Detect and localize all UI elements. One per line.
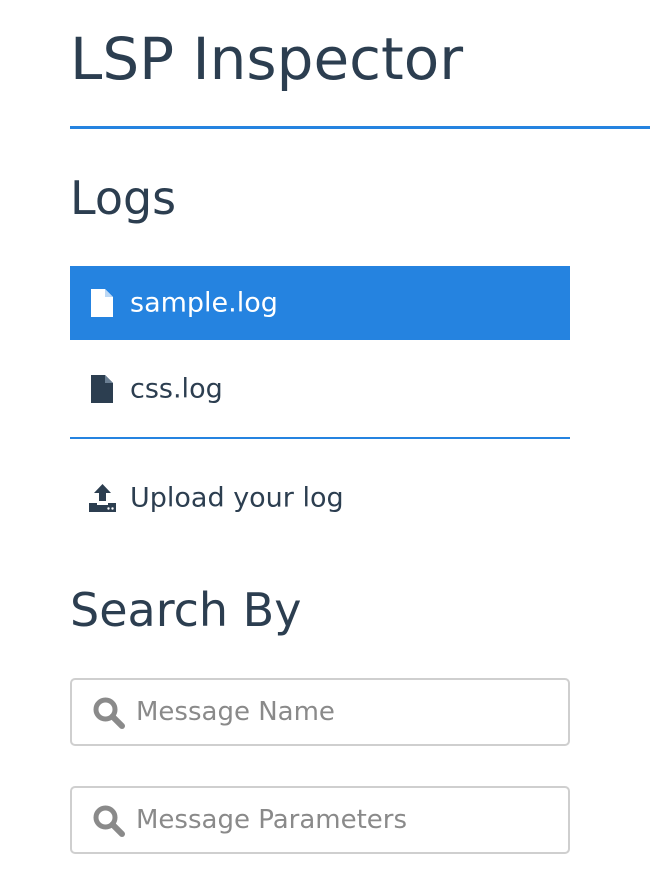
message-parameters-search [70, 786, 570, 854]
search-icon [93, 697, 125, 729]
message-parameters-input[interactable] [136, 788, 556, 852]
log-item-sample[interactable]: sample.log [70, 266, 570, 340]
app-title: LSP Inspector [70, 25, 464, 93]
logs-divider [70, 437, 570, 439]
log-item-label: sample.log [130, 287, 278, 319]
upload-log-button[interactable]: Upload your log [70, 462, 570, 534]
upload-log-label: Upload your log [130, 482, 344, 514]
logs-heading: Logs [70, 171, 177, 225]
page: LSP Inspector Logs sample.log css.log Up… [0, 0, 650, 896]
message-name-search [70, 678, 570, 746]
title-divider [70, 126, 650, 129]
file-icon [91, 289, 113, 317]
file-icon [91, 375, 113, 403]
search-heading: Search By [70, 583, 302, 637]
log-item-label: css.log [130, 373, 223, 405]
log-item-css[interactable]: css.log [70, 352, 570, 426]
message-name-input[interactable] [136, 680, 556, 744]
log-list: sample.log css.log [70, 266, 570, 426]
upload-icon [89, 484, 116, 512]
search-icon [93, 805, 125, 837]
